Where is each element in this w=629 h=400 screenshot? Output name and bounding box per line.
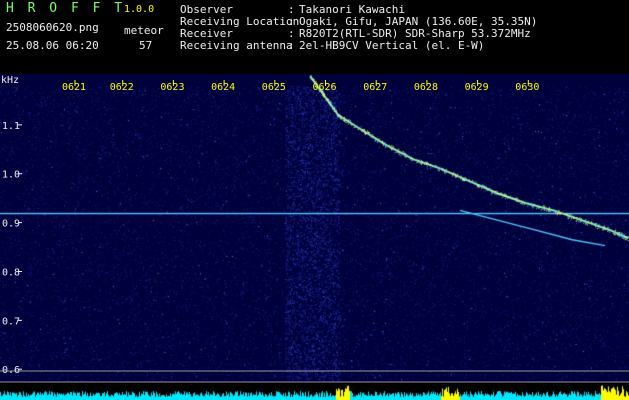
x-tick-label: 0627: [363, 82, 387, 93]
x-tick-label: 0629: [465, 82, 489, 93]
meteor-label: meteor: [124, 24, 164, 37]
x-tick-label: 0630: [515, 82, 539, 93]
y-tick-label: 1.0: [2, 170, 20, 181]
info-separator: :: [288, 39, 295, 52]
x-tick-label: 0624: [211, 82, 235, 93]
x-tick-label: 0623: [160, 82, 184, 93]
x-axis-ticks: 0621 0622 0623 0624 0625 0626 0627 0628 0629 0630: [62, 80, 539, 93]
meteor-count: 57: [139, 39, 153, 52]
y-axis-unit: kHz: [1, 75, 19, 86]
file-name: 2508060620.png: [6, 21, 99, 34]
app-version: 1.0.0: [124, 4, 155, 15]
y-tick-label: 0.9: [2, 219, 20, 230]
app-brand: H R O F F T: [6, 1, 126, 16]
x-tick-label: 0626: [313, 82, 337, 93]
y-tick-label: 1.1: [2, 121, 20, 132]
date-time: 25.08.06 06:20: [6, 39, 99, 52]
info-value-antenna: 2el-HB9CV Vertical (el. E-W): [299, 39, 485, 52]
y-tick-label: 0.8: [2, 267, 20, 278]
x-tick-label: 0621: [62, 82, 86, 93]
x-tick-label: 0628: [414, 82, 438, 93]
y-axis-ticks: 1.11.00.90.80.70.6: [2, 121, 22, 376]
info-key-antenna: Receiving antenna: [180, 39, 293, 52]
spectrogram-overlay: 0621 0622 0623 0624 0625 0626 0627 0628 0629 0630…: [0, 75, 629, 383]
x-tick-label: 0622: [110, 82, 134, 93]
y-tick-label: 0.7: [2, 316, 20, 327]
header-panel: H R O F F T 1.0.0 2508060620.png meteor …: [0, 0, 629, 74]
x-tick-label: 0625: [262, 82, 286, 93]
reference-lines: [0, 370, 629, 383]
